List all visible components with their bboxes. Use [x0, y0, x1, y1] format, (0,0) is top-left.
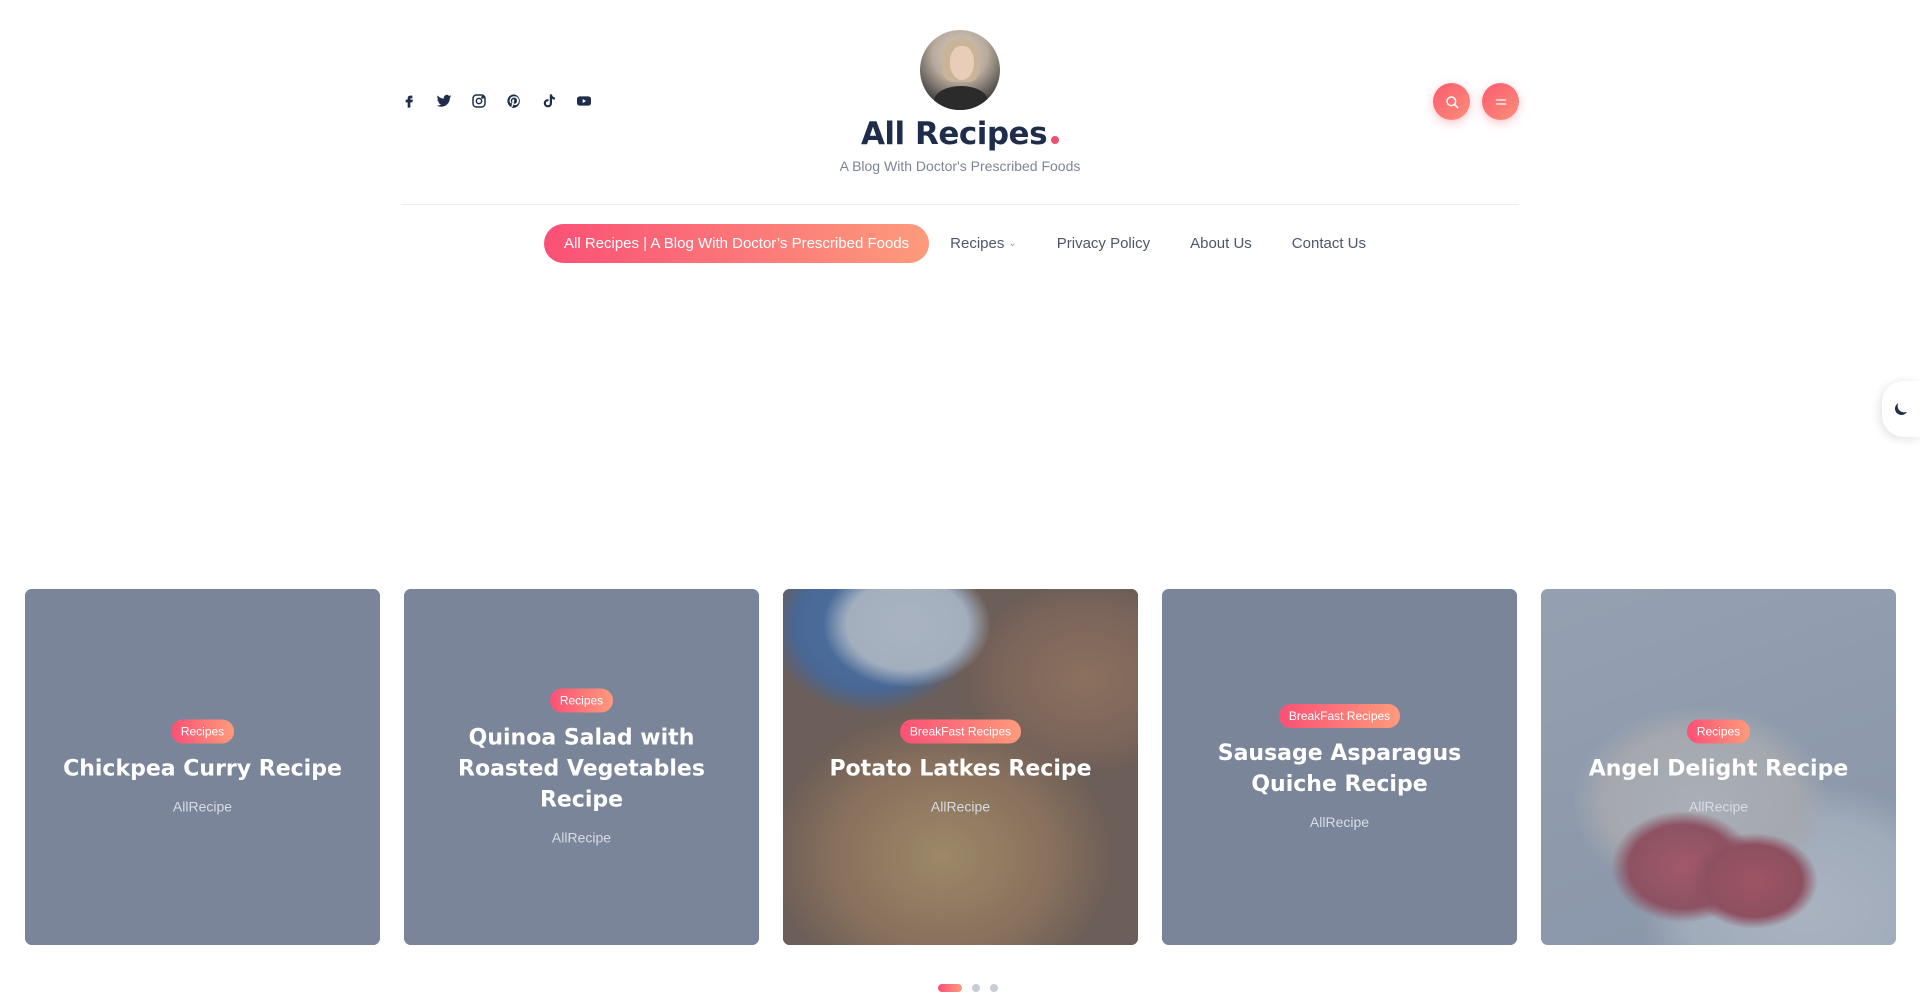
search-button[interactable] [1433, 83, 1470, 120]
post-card[interactable]: Recipes Quinoa Salad with Roasted Vegeta… [404, 589, 759, 945]
site-header: All Recipes A Blog With Doctor's Prescri… [401, 0, 1519, 205]
nav-item-home[interactable]: All Recipes | A Blog With Doctor’s Presc… [543, 224, 930, 263]
category-badge[interactable]: BreakFast Recipes [899, 719, 1022, 744]
facebook-icon[interactable] [401, 91, 436, 111]
tiktok-icon[interactable] [541, 91, 576, 111]
main-navigation: All Recipes | A Blog With Doctor’s Presc… [0, 224, 1920, 263]
site-title[interactable]: All Recipes [780, 116, 1140, 152]
nav-item-privacy-policy[interactable]: Privacy Policy [1037, 224, 1170, 263]
author-avatar[interactable] [920, 30, 1000, 110]
category-badge[interactable]: Recipes [549, 688, 614, 713]
post-card[interactable]: BreakFast Recipes Potato Latkes Recipe A… [783, 589, 1138, 945]
title-dot [1051, 136, 1060, 144]
pinterest-icon[interactable] [506, 91, 541, 111]
pagination-dot[interactable] [972, 984, 980, 992]
post-author[interactable]: AllRecipe [1571, 799, 1866, 815]
social-links [401, 91, 611, 111]
pagination-dot[interactable] [938, 984, 962, 992]
slider-pagination [938, 984, 998, 992]
nav-item-recipes[interactable]: Recipes ⌄ [930, 224, 1037, 263]
post-author[interactable]: AllRecipe [434, 830, 729, 846]
nav-item-contact-us[interactable]: Contact Us [1272, 224, 1386, 263]
youtube-icon[interactable] [576, 91, 611, 111]
post-title[interactable]: Chickpea Curry Recipe [55, 754, 350, 785]
moon-icon [1895, 403, 1907, 415]
post-title[interactable]: Potato Latkes Recipe [813, 754, 1108, 785]
post-author[interactable]: AllRecipe [55, 799, 350, 815]
chevron-down-icon: ⌄ [1008, 238, 1017, 249]
site-branding: All Recipes A Blog With Doctor's Prescri… [780, 30, 1140, 174]
dark-mode-toggle[interactable] [1882, 381, 1920, 437]
category-badge[interactable]: BreakFast Recipes [1278, 704, 1401, 728]
nav-item-about-us[interactable]: About Us [1170, 224, 1272, 263]
post-card[interactable]: BreakFast Recipes Sausage Asparagus Quic… [1162, 589, 1517, 945]
post-author[interactable]: AllRecipe [813, 799, 1108, 815]
featured-posts-slider: Recipes Chickpea Curry Recipe AllRecipe … [25, 589, 1896, 945]
twitter-icon[interactable] [436, 91, 471, 111]
pagination-dot[interactable] [990, 984, 998, 992]
post-title[interactable]: Quinoa Salad with Roasted Vegetables Rec… [434, 723, 729, 816]
post-card[interactable]: Recipes Angel Delight Recipe AllRecipe [1541, 589, 1896, 945]
post-author[interactable]: AllRecipe [1192, 814, 1487, 830]
header-actions [1433, 83, 1519, 120]
post-title[interactable]: Sausage Asparagus Quiche Recipe [1192, 738, 1487, 800]
instagram-icon[interactable] [471, 91, 506, 111]
menu-button[interactable] [1482, 83, 1519, 120]
post-card[interactable]: Recipes Chickpea Curry Recipe AllRecipe [25, 589, 380, 945]
category-badge[interactable]: Recipes [1686, 719, 1751, 744]
menu-icon [1495, 98, 1506, 105]
post-title[interactable]: Angel Delight Recipe [1571, 754, 1866, 785]
nav-item-label: Recipes [950, 235, 1005, 252]
search-icon [1445, 95, 1458, 108]
category-badge[interactable]: Recipes [170, 719, 235, 744]
site-tagline: A Blog With Doctor's Prescribed Foods [839, 158, 1081, 174]
